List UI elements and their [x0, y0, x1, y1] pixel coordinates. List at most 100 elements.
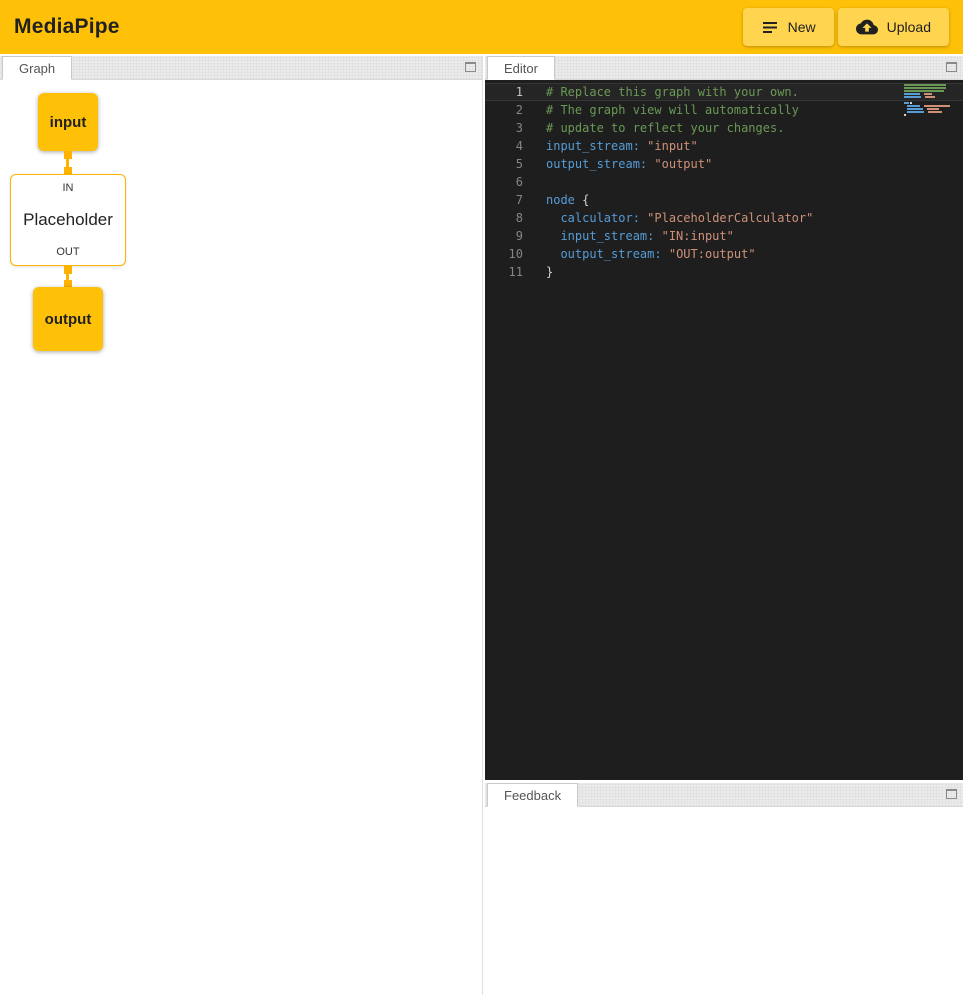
- tab-graph[interactable]: Graph: [2, 56, 72, 80]
- line-number: 9: [485, 227, 523, 245]
- code-token-plain[interactable]: {: [575, 193, 589, 207]
- minimap-token: [904, 105, 906, 107]
- code-text[interactable]: # update to reflect your changes.: [546, 119, 784, 137]
- minimap-line: [904, 108, 950, 110]
- port-square: [64, 266, 72, 274]
- code-text[interactable]: node {: [546, 191, 589, 209]
- code-text[interactable]: output_stream: "output": [546, 155, 712, 173]
- code-line[interactable]: 6: [485, 173, 963, 191]
- code-token-plain[interactable]: [662, 247, 669, 261]
- placeholder-in-port-label: IN: [63, 182, 74, 194]
- minimap-line: [904, 99, 950, 101]
- code-token-plain[interactable]: }: [546, 265, 553, 279]
- tab-editor[interactable]: Editor: [487, 56, 555, 80]
- code-line[interactable]: 8 calculator: "PlaceholderCalculator": [485, 209, 963, 227]
- graph-node-output-label: output: [45, 311, 92, 328]
- code-token-plain[interactable]: [546, 211, 560, 225]
- editor-lines: 1# Replace this graph with your own.2# T…: [485, 83, 963, 281]
- code-token-plain[interactable]: [546, 229, 560, 243]
- graph-node-placeholder[interactable]: IN Placeholder OUT: [10, 174, 126, 266]
- line-number: 3: [485, 119, 523, 137]
- upload-button[interactable]: Upload: [838, 8, 949, 46]
- minimap-token: [925, 111, 927, 113]
- feedback-panel: Feedback: [485, 783, 963, 995]
- app-header: MediaPipe New Upload: [0, 0, 963, 54]
- editor-maximize-icon[interactable]: [946, 62, 957, 72]
- minimap-token: [904, 111, 906, 113]
- minimap-line: [904, 102, 950, 104]
- right-column: Editor 1# Replace this graph with your o…: [485, 56, 963, 995]
- minimap-token: [904, 90, 944, 92]
- minimap-token: [904, 93, 920, 95]
- minimap-token: [924, 105, 950, 107]
- code-token-string[interactable]: "input": [647, 139, 698, 153]
- graph-node-input[interactable]: input: [38, 93, 98, 151]
- app-title: MediaPipe: [14, 15, 120, 39]
- graph-node-output[interactable]: output: [33, 287, 103, 351]
- minimap-token: [921, 105, 923, 107]
- minimap-token: [904, 108, 906, 110]
- code-token-key[interactable]: output_stream:: [546, 157, 647, 171]
- line-number: 8: [485, 209, 523, 227]
- line-number: 4: [485, 137, 523, 155]
- code-token-key[interactable]: input_stream:: [546, 139, 640, 153]
- feedback-content: [485, 807, 963, 995]
- line-number: 10: [485, 245, 523, 263]
- code-text[interactable]: # Replace this graph with your own.: [546, 83, 799, 101]
- graph-canvas[interactable]: input IN Placeholder OUT output: [0, 80, 482, 995]
- minimap-token: [924, 108, 926, 110]
- code-line[interactable]: 5output_stream: "output": [485, 155, 963, 173]
- code-token-key[interactable]: output_stream:: [560, 247, 661, 261]
- code-line[interactable]: 2# The graph view will automatically: [485, 101, 963, 119]
- feedback-maximize-icon[interactable]: [946, 789, 957, 799]
- code-token-key[interactable]: input_stream:: [560, 229, 654, 243]
- code-token-comment[interactable]: # Replace this graph with your own.: [546, 85, 799, 99]
- code-token-string[interactable]: "PlaceholderCalculator": [647, 211, 813, 225]
- graph-panel: Graph input IN Placeholder OUT: [0, 56, 483, 995]
- editor-panel-bar: Editor: [485, 56, 963, 80]
- code-token-string[interactable]: "OUT:output": [669, 247, 756, 261]
- minimap-token: [928, 111, 942, 113]
- code-line[interactable]: 10 output_stream: "OUT:output": [485, 245, 963, 263]
- code-token-string[interactable]: "IN:input": [662, 229, 734, 243]
- feedback-panel-bar: Feedback: [485, 783, 963, 807]
- code-text[interactable]: # The graph view will automatically: [546, 101, 799, 119]
- minimap-token: [925, 96, 935, 98]
- code-text[interactable]: output_stream: "OUT:output": [546, 245, 756, 263]
- code-token-comment[interactable]: # update to reflect your changes.: [546, 121, 784, 135]
- minimap-token: [907, 108, 923, 110]
- code-text[interactable]: }: [546, 263, 553, 281]
- code-token-plain[interactable]: [654, 229, 661, 243]
- code-token-string[interactable]: "output": [654, 157, 712, 171]
- code-text[interactable]: input_stream: "IN:input": [546, 227, 734, 245]
- code-token-plain[interactable]: [546, 247, 560, 261]
- new-button[interactable]: New: [743, 8, 834, 46]
- code-editor[interactable]: 1# Replace this graph with your own.2# T…: [485, 80, 963, 780]
- code-text[interactable]: calculator: "PlaceholderCalculator": [546, 209, 813, 227]
- graph-maximize-icon[interactable]: [465, 62, 476, 72]
- tab-feedback[interactable]: Feedback: [487, 783, 578, 807]
- upload-button-label: Upload: [887, 19, 931, 35]
- minimap-line: [904, 105, 950, 107]
- minimap-token: [904, 84, 946, 86]
- code-line[interactable]: 11}: [485, 263, 963, 281]
- code-token-comment[interactable]: # The graph view will automatically: [546, 103, 799, 117]
- code-line[interactable]: 7 node {: [485, 191, 963, 209]
- code-line[interactable]: 1# Replace this graph with your own.: [485, 83, 963, 101]
- code-text[interactable]: input_stream: "input": [546, 137, 698, 155]
- code-line[interactable]: 4 input_stream: "input": [485, 137, 963, 155]
- code-line[interactable]: 9 input_stream: "IN:input": [485, 227, 963, 245]
- placeholder-node-label: Placeholder: [23, 210, 113, 230]
- minimap-token: [904, 102, 909, 104]
- editor-minimap[interactable]: [904, 84, 950, 117]
- code-token-key[interactable]: calculator:: [560, 211, 639, 225]
- code-line[interactable]: 3 # update to reflect your changes.: [485, 119, 963, 137]
- line-number: 7: [485, 191, 523, 209]
- minimap-token: [907, 105, 920, 107]
- editor-panel: Editor 1# Replace this graph with your o…: [485, 56, 963, 780]
- graph-node-input-label: input: [50, 114, 87, 131]
- minimap-line: [904, 111, 950, 113]
- minimap-token: [922, 96, 924, 98]
- code-token-key[interactable]: node: [546, 193, 575, 207]
- minimap-token: [910, 102, 912, 104]
